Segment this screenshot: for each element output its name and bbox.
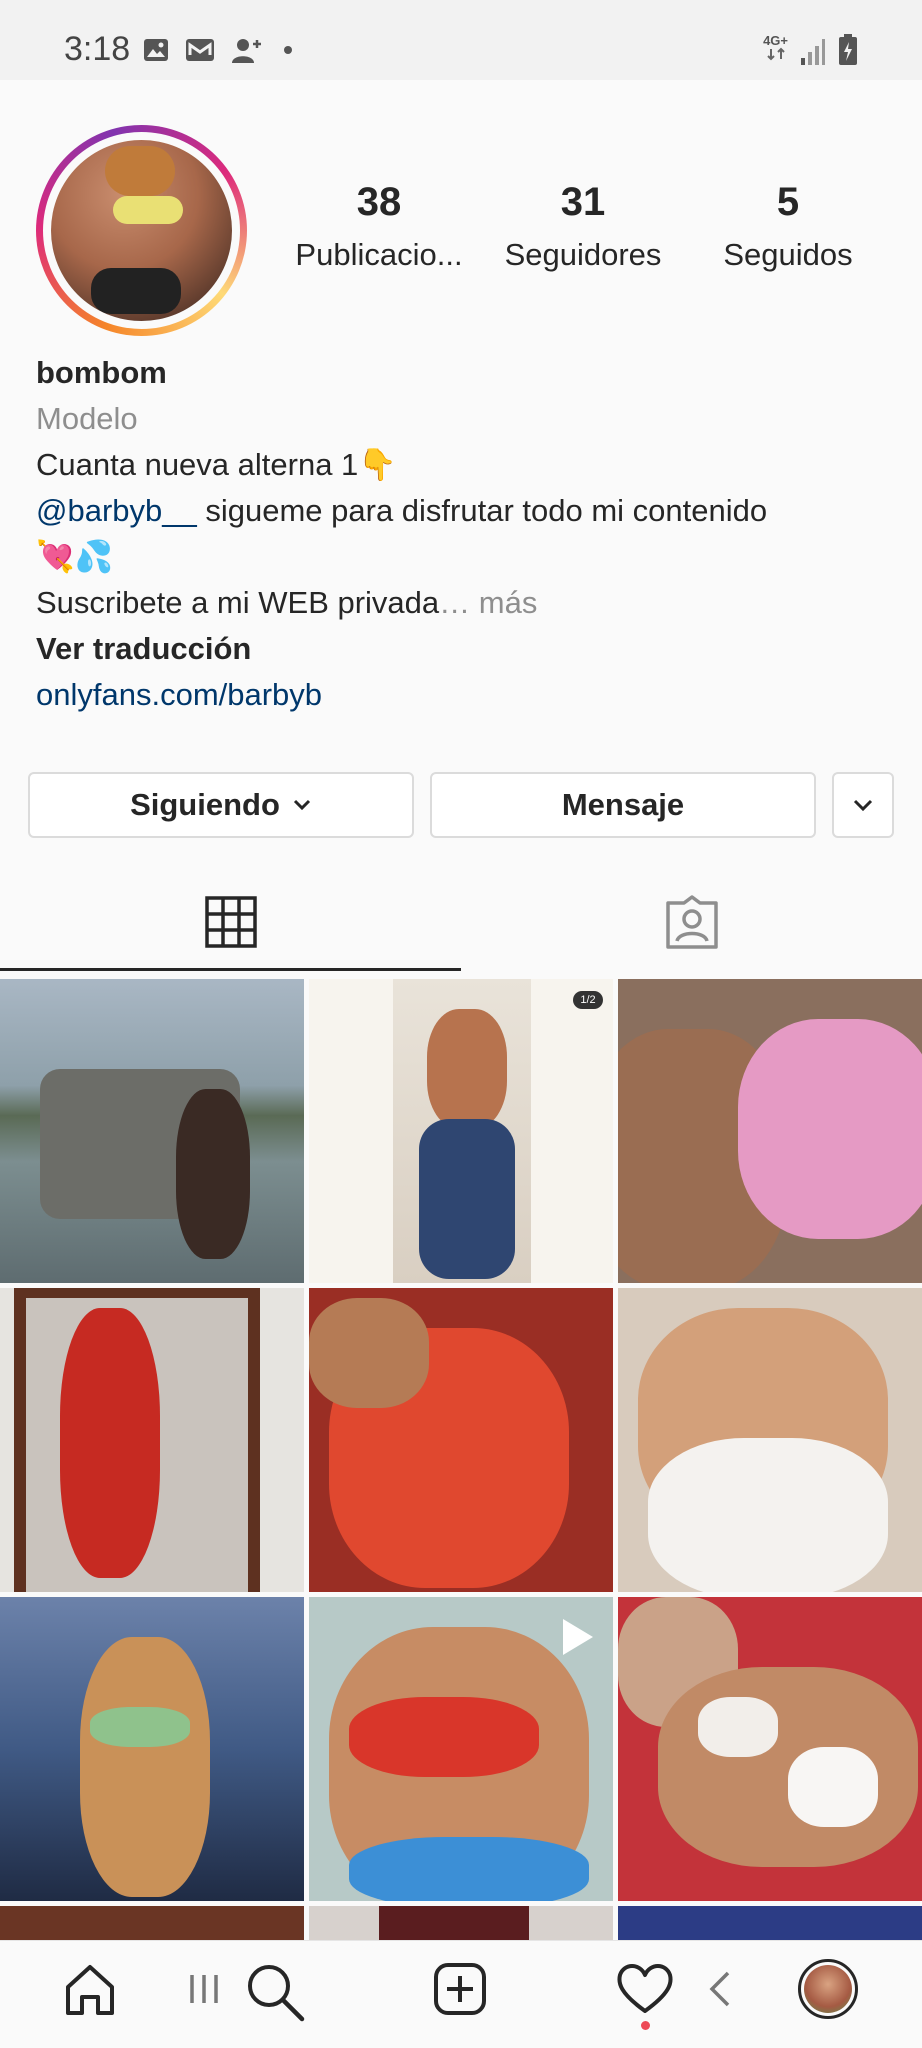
website-link[interactable]: onlyfans.com/barbyb xyxy=(36,672,906,718)
suggested-accounts-button[interactable] xyxy=(832,772,894,838)
video-play-icon xyxy=(563,1619,593,1655)
post-thumbnail[interactable] xyxy=(309,1906,613,1940)
stat-label: Seguidos xyxy=(723,237,853,272)
home-icon[interactable] xyxy=(62,1961,118,2017)
grid-icon xyxy=(204,896,257,948)
status-time: 3:18 xyxy=(64,30,131,68)
network-icon: 4G+ xyxy=(763,34,788,66)
bio-line-2-text: sigueme para disfrutar todo mi contenido xyxy=(196,493,768,528)
chevron-down-icon xyxy=(293,799,310,811)
bottom-navigation xyxy=(0,1940,922,2048)
dot-icon xyxy=(284,46,292,54)
notification-dot xyxy=(641,2021,650,2030)
chevron-down-icon xyxy=(853,799,873,812)
bio-line-3: 💘💦 xyxy=(36,539,114,574)
stat-value: 38 xyxy=(356,180,402,224)
stat-posts[interactable]: 38 Publicacio... xyxy=(274,180,484,273)
post-thumbnail[interactable] xyxy=(0,979,304,1283)
message-button-label: Mensaje xyxy=(561,787,685,822)
following-button[interactable]: Siguiendo xyxy=(28,772,414,838)
bio-line-4-text: Suscribete a mi WEB privada xyxy=(36,585,440,620)
post-thumbnail[interactable]: 1/2 xyxy=(309,979,613,1283)
post-thumbnail[interactable] xyxy=(618,1288,922,1592)
post-thumbnail[interactable] xyxy=(0,1597,304,1901)
profile-avatar xyxy=(51,140,232,321)
tab-tagged[interactable] xyxy=(461,872,922,972)
gallery-icon xyxy=(144,39,168,61)
post-thumbnail[interactable] xyxy=(618,979,922,1283)
profile-avatar[interactable] xyxy=(798,1959,858,2019)
bio-line-1: Cuanta nueva alterna 1👇 xyxy=(36,447,397,482)
signal-icon xyxy=(801,39,825,65)
post-thumbnail[interactable] xyxy=(618,1906,922,1940)
mail-icon xyxy=(186,39,214,61)
stat-label: Publicacio... xyxy=(295,237,463,272)
add-person-icon xyxy=(232,39,261,63)
profile-name: bombom xyxy=(36,355,167,390)
post-thumbnail[interactable] xyxy=(0,1906,304,1940)
search-icon[interactable] xyxy=(244,1961,306,2023)
new-post-icon[interactable] xyxy=(432,1961,488,2017)
following-button-label: Siguiendo xyxy=(130,787,280,822)
profile-category: Modelo xyxy=(36,401,138,436)
tab-grid[interactable] xyxy=(0,872,461,972)
bio-mention-link[interactable]: @barbyb__ xyxy=(36,493,197,528)
post-thumbnail[interactable] xyxy=(618,1597,922,1901)
stat-followers[interactable]: 31 Seguidores xyxy=(478,180,688,273)
stat-value: 31 xyxy=(560,180,606,224)
carousel-badge: 1/2 xyxy=(573,991,603,1009)
profile-avatar-image xyxy=(804,1965,852,2013)
stat-label: Seguidores xyxy=(504,237,662,272)
post-thumbnail[interactable] xyxy=(309,1288,613,1592)
active-tab-indicator xyxy=(0,968,461,971)
message-button[interactable]: Mensaje xyxy=(430,772,816,838)
battery-icon xyxy=(839,34,857,65)
bio-line-2: @barbyb__ sigueme para disfrutar todo mi… xyxy=(36,488,906,534)
tagged-icon xyxy=(665,895,718,949)
recents-icon[interactable] xyxy=(186,1971,222,2007)
profile-bio: bombom Modelo Cuanta nueva alterna 1👇 @b… xyxy=(36,350,906,718)
bio-line-4: Suscribete a mi WEB privada… más xyxy=(36,580,906,626)
back-icon[interactable] xyxy=(706,1969,734,2009)
see-translation-link[interactable]: Ver traducción xyxy=(36,626,906,672)
post-thumbnail[interactable] xyxy=(0,1288,304,1592)
activity-icon[interactable] xyxy=(616,1961,674,2015)
post-thumbnail[interactable] xyxy=(309,1597,613,1901)
more-link[interactable]: … más xyxy=(439,585,537,620)
stat-following[interactable]: 5 Seguidos xyxy=(683,180,893,273)
profile-avatar-story-ring[interactable] xyxy=(36,125,247,336)
stat-value: 5 xyxy=(776,180,800,224)
status-bar: 3:18 4G+ xyxy=(0,0,922,80)
